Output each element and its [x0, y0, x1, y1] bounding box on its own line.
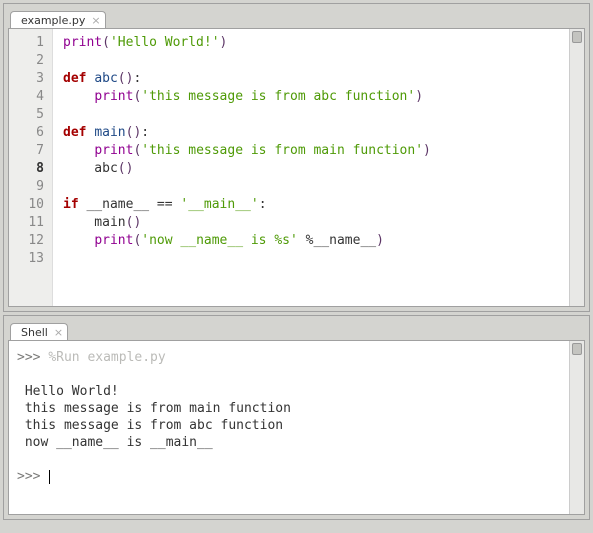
line-number: 12	[9, 232, 44, 250]
code-line[interactable]	[63, 52, 563, 70]
shell-line: this message is from main function	[17, 400, 563, 417]
shell-line: >>>	[17, 468, 563, 485]
line-number: 6	[9, 124, 44, 142]
line-number: 5	[9, 106, 44, 124]
line-number: 3	[9, 70, 44, 88]
code-line[interactable]: def main():	[63, 124, 563, 142]
code-line[interactable]: def abc():	[63, 70, 563, 88]
shell-line: Hello World!	[17, 383, 563, 400]
editor-content: 12345678910111213 print('Hello World!')d…	[8, 28, 585, 307]
code-line[interactable]	[63, 106, 563, 124]
editor-scrollbar[interactable]	[569, 29, 584, 306]
editor-panel: example.py × 12345678910111213 print('He…	[3, 3, 590, 312]
line-number: 2	[9, 52, 44, 70]
shell-tab-row: Shell ×	[4, 316, 589, 340]
shell-line	[17, 366, 563, 383]
shell-tab[interactable]: Shell ×	[10, 323, 68, 341]
code-line[interactable]: print('this message is from abc function…	[63, 88, 563, 106]
shell-content-area: >>> %Run example.py Hello World! this me…	[8, 340, 585, 515]
line-number: 7	[9, 142, 44, 160]
editor-tab[interactable]: example.py ×	[10, 11, 106, 29]
line-number: 4	[9, 88, 44, 106]
shell-panel: Shell × >>> %Run example.py Hello World!…	[3, 315, 590, 520]
line-number-gutter: 12345678910111213	[9, 29, 53, 306]
code-line[interactable]: main()	[63, 214, 563, 232]
editor-tab-label: example.py	[21, 14, 85, 27]
line-number: 9	[9, 178, 44, 196]
shell-tab-label: Shell	[21, 326, 48, 339]
code-line[interactable]: print('this message is from main functio…	[63, 142, 563, 160]
close-icon[interactable]: ×	[91, 14, 100, 27]
shell-line	[17, 451, 563, 468]
line-number: 13	[9, 250, 44, 268]
scroll-thumb[interactable]	[572, 343, 582, 355]
scroll-thumb[interactable]	[572, 31, 582, 43]
code-line[interactable]: abc()	[63, 160, 563, 178]
shell-line: now __name__ is __main__	[17, 434, 563, 451]
shell-output[interactable]: >>> %Run example.py Hello World! this me…	[9, 341, 569, 514]
close-icon[interactable]: ×	[54, 326, 63, 339]
line-number: 8	[9, 160, 44, 178]
code-editor[interactable]: print('Hello World!') def abc(): print('t…	[53, 29, 569, 306]
line-number: 10	[9, 196, 44, 214]
code-line[interactable]: print('now __name__ is %s' %__name__)	[63, 232, 563, 250]
code-line[interactable]	[63, 178, 563, 196]
shell-line: this message is from abc function	[17, 417, 563, 434]
line-number: 11	[9, 214, 44, 232]
editor-tab-row: example.py ×	[4, 4, 589, 28]
code-line[interactable]	[63, 250, 563, 268]
code-line[interactable]: print('Hello World!')	[63, 34, 563, 52]
shell-scrollbar[interactable]	[569, 341, 584, 514]
line-number: 1	[9, 34, 44, 52]
shell-line: >>> %Run example.py	[17, 349, 563, 366]
code-line[interactable]: if __name__ == '__main__':	[63, 196, 563, 214]
